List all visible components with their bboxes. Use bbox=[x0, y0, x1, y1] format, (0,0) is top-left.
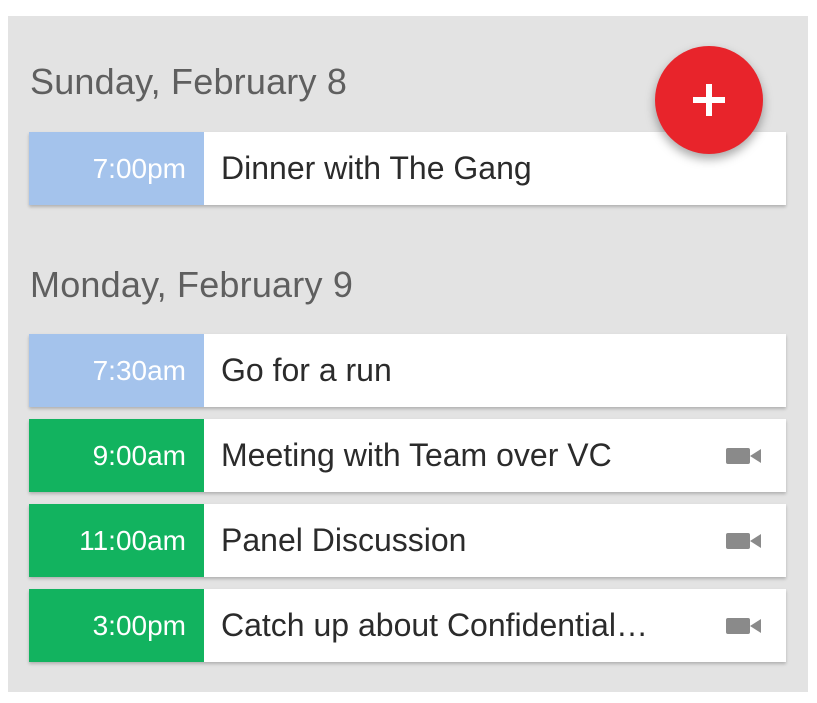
event-catch-up[interactable]: 3:00pm Catch up about Confidential… bbox=[29, 589, 786, 662]
event-time: 7:30am bbox=[29, 334, 204, 407]
event-panel-discussion[interactable]: 11:00am Panel Discussion bbox=[29, 504, 786, 577]
event-title: Catch up about Confidential… bbox=[221, 607, 648, 643]
event-title: Meeting with Team over VC bbox=[221, 437, 612, 473]
event-time: 11:00am bbox=[29, 504, 204, 577]
day-heading-sunday: Sunday, February 8 bbox=[30, 61, 348, 102]
event-time: 7:00pm bbox=[29, 132, 204, 205]
video-camera-icon bbox=[726, 419, 786, 492]
event-title: Go for a run bbox=[221, 352, 392, 388]
video-camera-icon bbox=[726, 504, 786, 577]
video-camera-icon bbox=[726, 589, 786, 662]
event-team-meeting[interactable]: 9:00am Meeting with Team over VC bbox=[29, 419, 786, 492]
event-dinner[interactable]: 7:00pm Dinner with The Gang bbox=[29, 132, 786, 205]
event-time: 9:00am bbox=[29, 419, 204, 492]
event-run[interactable]: 7:30am Go for a run bbox=[29, 334, 786, 407]
event-time: 3:00pm bbox=[29, 589, 204, 662]
plus-icon bbox=[693, 84, 725, 116]
add-event-button[interactable] bbox=[655, 46, 763, 154]
event-title: Panel Discussion bbox=[221, 522, 467, 558]
agenda-panel: Sunday, February 8 7:00pm Dinner with Th… bbox=[8, 16, 808, 692]
day-heading-monday: Monday, February 9 bbox=[30, 264, 354, 305]
